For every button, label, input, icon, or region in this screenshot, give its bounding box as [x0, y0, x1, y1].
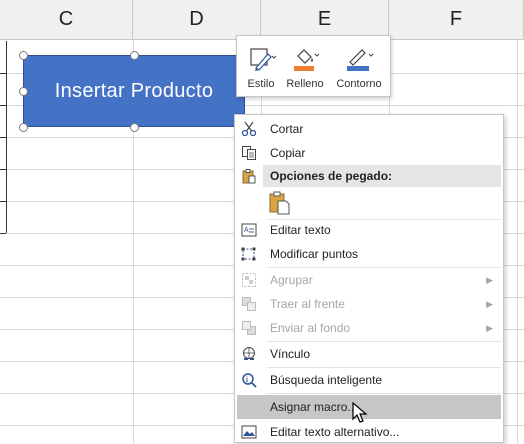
macro-button-shape[interactable]: Insertar Producto: [23, 55, 245, 127]
outline-label: Contorno: [336, 78, 382, 90]
group-icon: [241, 272, 257, 288]
column-header-e[interactable]: E: [261, 0, 389, 40]
column-label: C: [58, 8, 74, 30]
edit-text-icon: A: [241, 222, 257, 238]
send-to-back-icon: [241, 320, 257, 336]
mini-toolbar: Estilo Relleno Contorno: [236, 35, 391, 97]
cell-border: [0, 137, 6, 138]
paint-bucket-icon: [290, 46, 320, 75]
column-label: F: [449, 8, 463, 30]
menu-item-send-back[interactable]: Enviar al fondo ▶: [235, 316, 503, 340]
menu-item-copy[interactable]: Copiar: [235, 141, 503, 165]
fill-label: Relleno: [286, 78, 324, 90]
style-label: Estilo: [247, 78, 275, 90]
mouse-cursor-icon: [352, 401, 368, 429]
menu-item-label: Editar texto: [270, 223, 331, 237]
clipboard-icon: [241, 168, 257, 184]
resize-handle[interactable]: [19, 87, 28, 96]
cell-border: [0, 201, 6, 202]
grid-line: [517, 40, 518, 443]
shape-label: Insertar Producto: [54, 79, 214, 102]
menu-item-link[interactable]: Vínculo: [235, 342, 503, 366]
menu-separator: [267, 393, 501, 394]
bring-to-front-icon: [241, 296, 257, 312]
menu-item-label: Modificar puntos: [270, 247, 359, 261]
column-header-f[interactable]: F: [389, 0, 524, 40]
menu-item-label: Cortar: [270, 122, 304, 136]
menu-item-alt-text[interactable]: Editar texto alternativo...: [235, 420, 503, 444]
scissors-icon: [241, 121, 257, 137]
cell-border: [0, 105, 6, 106]
cell-border: [0, 233, 6, 234]
menu-item-edit-text[interactable]: A Editar texto: [235, 218, 503, 242]
menu-item-cut[interactable]: Cortar: [235, 117, 503, 141]
column-label: D: [189, 8, 204, 30]
menu-item-label: Editar texto alternativo...: [270, 425, 400, 439]
cell-border: [0, 73, 6, 74]
menu-item-label: Búsqueda inteligente: [270, 373, 383, 387]
menu-item-label: Asignar macro...: [270, 400, 358, 414]
smart-lookup-icon: i: [241, 372, 257, 388]
cell-border: [0, 169, 6, 170]
submenu-arrow-icon: ▶: [486, 322, 493, 333]
submenu-arrow-icon: ▶: [486, 298, 493, 309]
edit-points-icon: [241, 246, 257, 262]
menu-item-label: Copiar: [270, 146, 306, 160]
pen-outline-icon: [344, 46, 374, 75]
menu-item-label: Opciones de pegado:: [270, 169, 393, 183]
column-header-c[interactable]: C: [0, 0, 133, 40]
resize-handle[interactable]: [19, 51, 28, 60]
resize-handle[interactable]: [130, 123, 139, 132]
context-menu: Cortar Copiar Opciones de pegado: A Edit…: [234, 114, 504, 443]
menu-item-edit-points[interactable]: Modificar puntos: [235, 242, 503, 266]
menu-item-label: Agrupar: [270, 273, 313, 287]
style-button[interactable]: Estilo: [241, 42, 281, 92]
resize-handle[interactable]: [19, 123, 28, 132]
alt-text-icon: [241, 424, 257, 440]
submenu-arrow-icon: ▶: [486, 274, 493, 285]
svg-text:i: i: [246, 377, 248, 384]
menu-item-label: Traer al frente: [270, 297, 345, 311]
paste-icon: [269, 191, 291, 218]
menu-item-label: Enviar al fondo: [270, 321, 351, 335]
outline-button[interactable]: Contorno: [331, 42, 387, 92]
paste-options-header: Opciones de pegado:: [235, 164, 503, 188]
cell-border: [6, 41, 7, 233]
svg-text:A: A: [244, 227, 249, 234]
style-icon: [246, 46, 277, 75]
fill-button[interactable]: Relleno: [283, 42, 327, 92]
menu-item-assign-macro[interactable]: Asignar macro...: [235, 395, 503, 419]
copy-icon: [241, 145, 257, 161]
link-icon: [241, 346, 257, 362]
menu-item-label: Vínculo: [270, 347, 311, 361]
paste-option-button[interactable]: [235, 191, 503, 217]
menu-item-smart-lookup[interactable]: i Búsqueda inteligente: [235, 368, 503, 392]
menu-item-group[interactable]: Agrupar ▶: [235, 268, 503, 292]
column-label: E: [317, 8, 332, 30]
menu-item-bring-front[interactable]: Traer al frente ▶: [235, 292, 503, 316]
resize-handle[interactable]: [130, 51, 139, 60]
column-header-d[interactable]: D: [133, 0, 261, 40]
